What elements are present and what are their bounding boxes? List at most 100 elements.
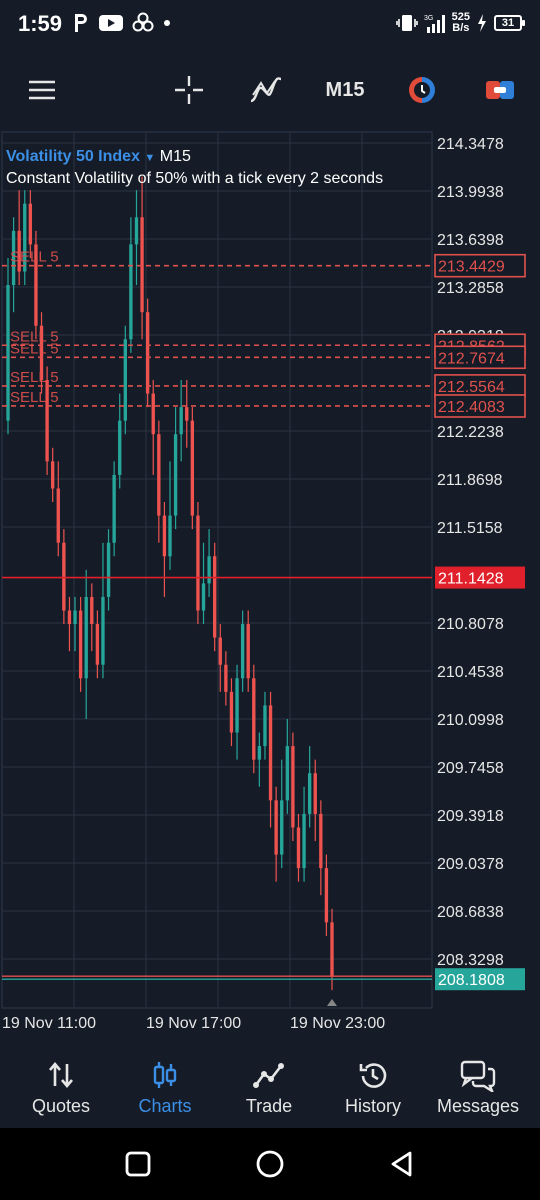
one-click-trading-icon bbox=[409, 77, 435, 103]
candle-body bbox=[179, 407, 183, 435]
y-tick-label: 211.5158 bbox=[437, 520, 503, 537]
x-tick-label: 19 Nov 17:00 bbox=[146, 1015, 241, 1032]
recents-button-icon[interactable] bbox=[124, 1150, 152, 1178]
candle-body bbox=[28, 203, 33, 245]
trade-panel-button[interactable] bbox=[482, 70, 518, 110]
home-button-icon[interactable] bbox=[255, 1149, 285, 1179]
candle-body bbox=[140, 217, 144, 313]
candle-body bbox=[73, 610, 77, 625]
nav-quotes[interactable]: Quotes bbox=[7, 1040, 115, 1128]
chart-title: Volatility 50 Index ▼ M15 bbox=[6, 148, 191, 166]
candle-body bbox=[263, 705, 267, 747]
y-tick-label: 209.3918 bbox=[437, 808, 504, 825]
battery-level: 31 bbox=[501, 17, 515, 29]
menu-button[interactable] bbox=[24, 70, 60, 110]
quotes-icon bbox=[49, 1061, 73, 1089]
nav-messages[interactable]: Messages bbox=[424, 1040, 532, 1128]
vibrate-icon bbox=[395, 15, 418, 31]
candle-body bbox=[201, 583, 206, 611]
order-price-label: 212.4083 bbox=[438, 399, 505, 416]
y-tick-label: 210.4538 bbox=[437, 664, 504, 681]
symbol-dropdown-icon[interactable]: ▼ bbox=[144, 152, 155, 164]
nav-label-messages: Messages bbox=[436, 1096, 520, 1116]
crosshair-icon bbox=[175, 76, 203, 104]
candle-body bbox=[285, 746, 289, 801]
back-button-icon[interactable] bbox=[388, 1150, 416, 1178]
candle-body bbox=[274, 800, 278, 855]
order-price-label: 212.7674 bbox=[438, 350, 505, 367]
y-tick-label: 208.3298 bbox=[437, 952, 504, 969]
chart-area[interactable]: 214.3478213.9938213.6398213.2858212.9318… bbox=[0, 130, 540, 1040]
dot-icon bbox=[164, 20, 170, 26]
y-tick-label: 212.2238 bbox=[437, 424, 504, 441]
order-price-label: 212.5564 bbox=[438, 379, 505, 396]
nav-trade[interactable]: Trade bbox=[215, 1040, 323, 1128]
current-price-label: 208.1808 bbox=[438, 972, 505, 989]
chart-timeframe: M15 bbox=[159, 148, 191, 165]
candle-body bbox=[123, 339, 127, 421]
last-bar-marker bbox=[327, 999, 337, 1006]
status-time: 1:59 bbox=[18, 11, 63, 36]
candle-body bbox=[296, 827, 301, 869]
nav-history[interactable]: History bbox=[319, 1040, 427, 1128]
y-tick-label: 209.7458 bbox=[437, 760, 504, 777]
candle-body bbox=[307, 773, 312, 814]
candle-body bbox=[134, 217, 139, 245]
status-bar: 1:59 3G 525 B/s 31 bbox=[0, 0, 540, 48]
crosshair-button[interactable] bbox=[172, 70, 206, 110]
nav-label-trade: Trade bbox=[245, 1096, 293, 1116]
symbol-name[interactable]: Volatility 50 Index bbox=[6, 148, 140, 165]
youtube-icon bbox=[99, 15, 123, 31]
candle-body bbox=[218, 637, 222, 665]
candle-body bbox=[213, 556, 217, 638]
y-tick-label: 209.0378 bbox=[437, 856, 504, 873]
candle-body bbox=[157, 434, 161, 516]
candle-body bbox=[224, 664, 228, 692]
candle-body bbox=[62, 542, 66, 611]
candle-body bbox=[162, 515, 167, 557]
candle-body bbox=[240, 624, 245, 679]
bid-price-label: 211.1428 bbox=[438, 571, 504, 588]
order-line-label: SELL 5 bbox=[10, 389, 59, 406]
candle-body bbox=[330, 922, 334, 977]
y-tick-label: 213.6398 bbox=[437, 232, 504, 249]
candle-body bbox=[51, 461, 55, 489]
y-tick-label: 210.0998 bbox=[437, 712, 504, 729]
x-tick-label: 19 Nov 23:00 bbox=[290, 1015, 385, 1032]
candle-body bbox=[235, 678, 239, 733]
trade-icon bbox=[253, 1063, 284, 1088]
candle-body bbox=[319, 813, 323, 869]
candle-body bbox=[185, 407, 189, 421]
candle-body bbox=[252, 678, 256, 760]
charging-icon bbox=[478, 14, 486, 32]
candle-body bbox=[118, 420, 122, 475]
net-speed: 525 B/s bbox=[452, 12, 470, 34]
indicators-button[interactable] bbox=[248, 70, 284, 110]
candle-body bbox=[229, 691, 234, 733]
candle-body bbox=[95, 624, 100, 665]
messages-icon bbox=[460, 1060, 496, 1092]
indicators-icon bbox=[250, 77, 282, 103]
x-tick-label: 19 Nov 11:00 bbox=[2, 1015, 96, 1032]
y-tick-label: 213.9938 bbox=[437, 184, 504, 201]
one-click-trading-button[interactable] bbox=[404, 70, 440, 110]
candlestick-chart[interactable]: 214.3478213.9938213.6398213.2858212.9318… bbox=[0, 130, 540, 1040]
plot-frame bbox=[1, 131, 433, 1009]
nav-label-history: History bbox=[344, 1096, 401, 1116]
charts-icon bbox=[153, 1062, 177, 1088]
candle-body bbox=[112, 474, 116, 543]
nav-charts[interactable]: Charts bbox=[111, 1040, 219, 1128]
candle-body bbox=[90, 596, 94, 625]
candle-body bbox=[302, 813, 306, 869]
chart-toolbar: M15 bbox=[0, 56, 540, 126]
signal-4g-icon: 3G bbox=[424, 15, 445, 33]
timeframe-button[interactable]: M15 bbox=[318, 70, 372, 110]
y-tick-label: 210.8078 bbox=[437, 616, 504, 633]
pinwheel-icon bbox=[132, 12, 154, 32]
candle-body bbox=[101, 596, 105, 665]
history-icon bbox=[359, 1063, 387, 1088]
order-line-label: SELL 5 bbox=[10, 249, 59, 266]
parking-icon bbox=[75, 14, 87, 32]
system-status-icons: 3G 525 B/s 31 bbox=[395, 12, 525, 34]
bottom-nav: Quotes Charts Trade History Messages bbox=[0, 1040, 540, 1128]
